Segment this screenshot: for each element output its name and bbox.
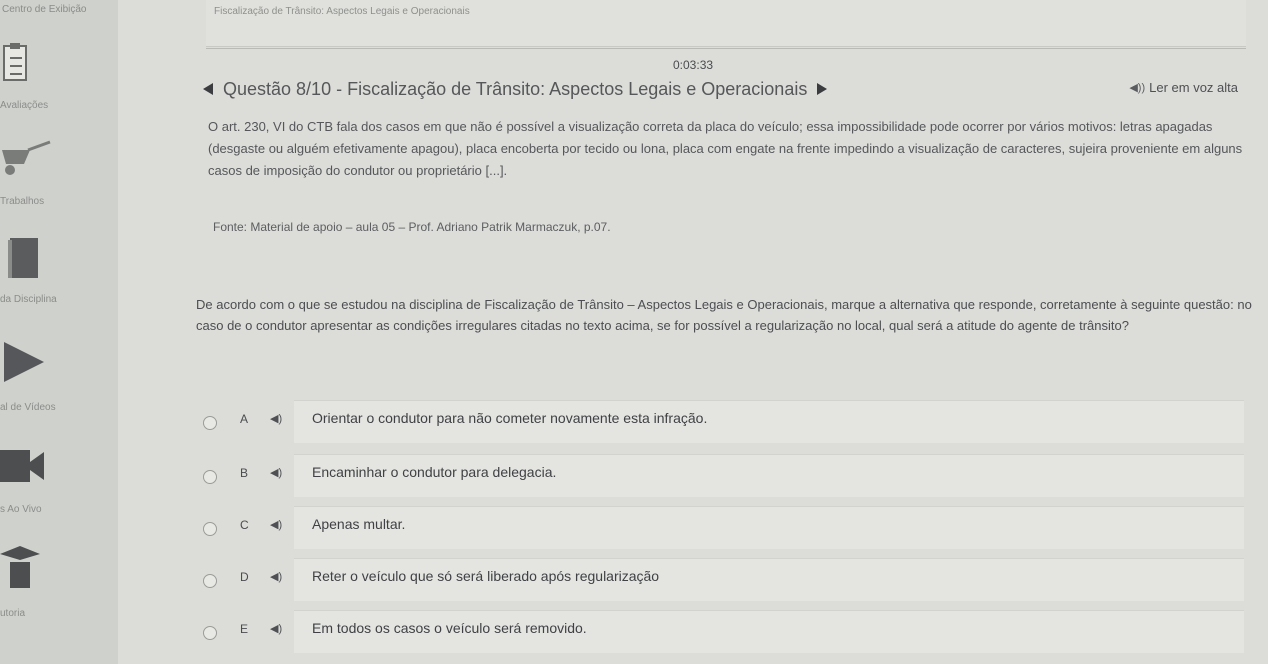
checklist-icon [3,43,27,81]
speaker-icon[interactable]: ◀) [270,412,282,425]
book-icon [8,238,38,278]
sidebar-item-disciplina[interactable]: da Disciplina [0,232,118,308]
option-text: Em todos os casos o veículo será removid… [312,620,587,636]
question-source: Fonte: Material de apoio – aula 05 – Pro… [213,220,611,234]
option-letter: D [240,570,249,584]
option-radio[interactable] [203,416,217,430]
next-question-icon[interactable] [817,83,828,95]
option-letter: E [240,622,249,636]
sidebar-item-label: Trabalhos [0,196,45,207]
sidebar-item-ao-vivo[interactable]: s Ao Vivo [0,440,118,516]
sidebar-top-label: Centro de Exibição [2,4,87,15]
play-icon [4,342,44,382]
option-c[interactable]: C ◀) Apenas multar. [196,504,1246,550]
option-text: Reter o veículo que só será liberado apó… [312,568,660,584]
wheelbarrow-icon [2,140,51,175]
option-text: Encaminhar o condutor para delegacia. [312,464,557,480]
option-letter: B [240,466,249,480]
option-radio[interactable] [203,470,217,484]
speaker-icon[interactable]: ◀) [270,570,282,583]
speaker-icon[interactable]: ◀) [270,518,282,531]
sidebar: Centro de Exibição Avaliações Trabalhos … [0,0,119,664]
option-b[interactable]: B ◀) Encaminhar o condutor para delegaci… [196,452,1246,498]
sidebar-item-tutoria[interactable]: utoria [0,540,118,620]
sidebar-item-label: Avaliações [0,100,49,111]
option-radio[interactable] [203,522,217,536]
read-aloud-button[interactable]: ◀)) Ler em voz alta [1129,80,1238,95]
speaker-icon[interactable]: ◀) [270,622,282,635]
question-title: Questão 8/10 - Fiscalização de Trânsito:… [223,78,808,99]
option-text: Orientar o condutor para não cometer nov… [312,410,708,426]
option-letter: C [240,518,249,532]
previous-question-icon[interactable] [203,83,213,95]
sidebar-item-label: utoria [0,608,26,619]
option-d[interactable]: D ◀) Reter o veículo que só será liberad… [196,556,1246,602]
question-title-row: Questão 8/10 - Fiscalização de Trânsito:… [203,74,828,104]
option-radio[interactable] [203,574,217,588]
option-letter: A [240,412,249,426]
question-prompt: De acordo com o que se estudou na discip… [196,297,1252,333]
sidebar-item-avaliacoes[interactable]: Avaliações [0,40,118,111]
graduate-icon [0,546,40,588]
read-aloud-label: Ler em voz alta [1149,80,1238,95]
speaker-icon[interactable]: ◀) [270,466,282,479]
option-a[interactable]: A ◀) Orientar o condutor para não comete… [196,398,1246,444]
sidebar-item-videos[interactable]: al de Vídeos [0,332,118,413]
sidebar-item-label: da Disciplina [0,294,57,305]
header-divider [206,48,1246,49]
breadcrumb: Fiscalização de Trânsito: Aspectos Legai… [214,6,470,17]
sidebar-item-label: al de Vídeos [0,402,56,413]
question-intro: O art. 230, VI do CTB fala dos casos em … [208,119,1243,178]
timer: 0:03:33 [673,58,714,72]
speaker-icon: ◀)) [1129,82,1146,94]
video-camera-icon [0,450,44,482]
option-box [294,506,1244,549]
sidebar-item-label: s Ao Vivo [0,504,42,515]
sidebar-item-trabalhos[interactable]: Trabalhos [0,140,118,210]
option-radio[interactable] [203,626,217,640]
option-e[interactable]: E ◀) Em todos os casos o veículo será re… [196,608,1246,654]
main-content: Fiscalização de Trânsito: Aspectos Legai… [118,0,1268,664]
option-text: Apenas multar. [312,516,406,532]
breadcrumb-bar: Fiscalização de Trânsito: Aspectos Legai… [206,0,1246,47]
